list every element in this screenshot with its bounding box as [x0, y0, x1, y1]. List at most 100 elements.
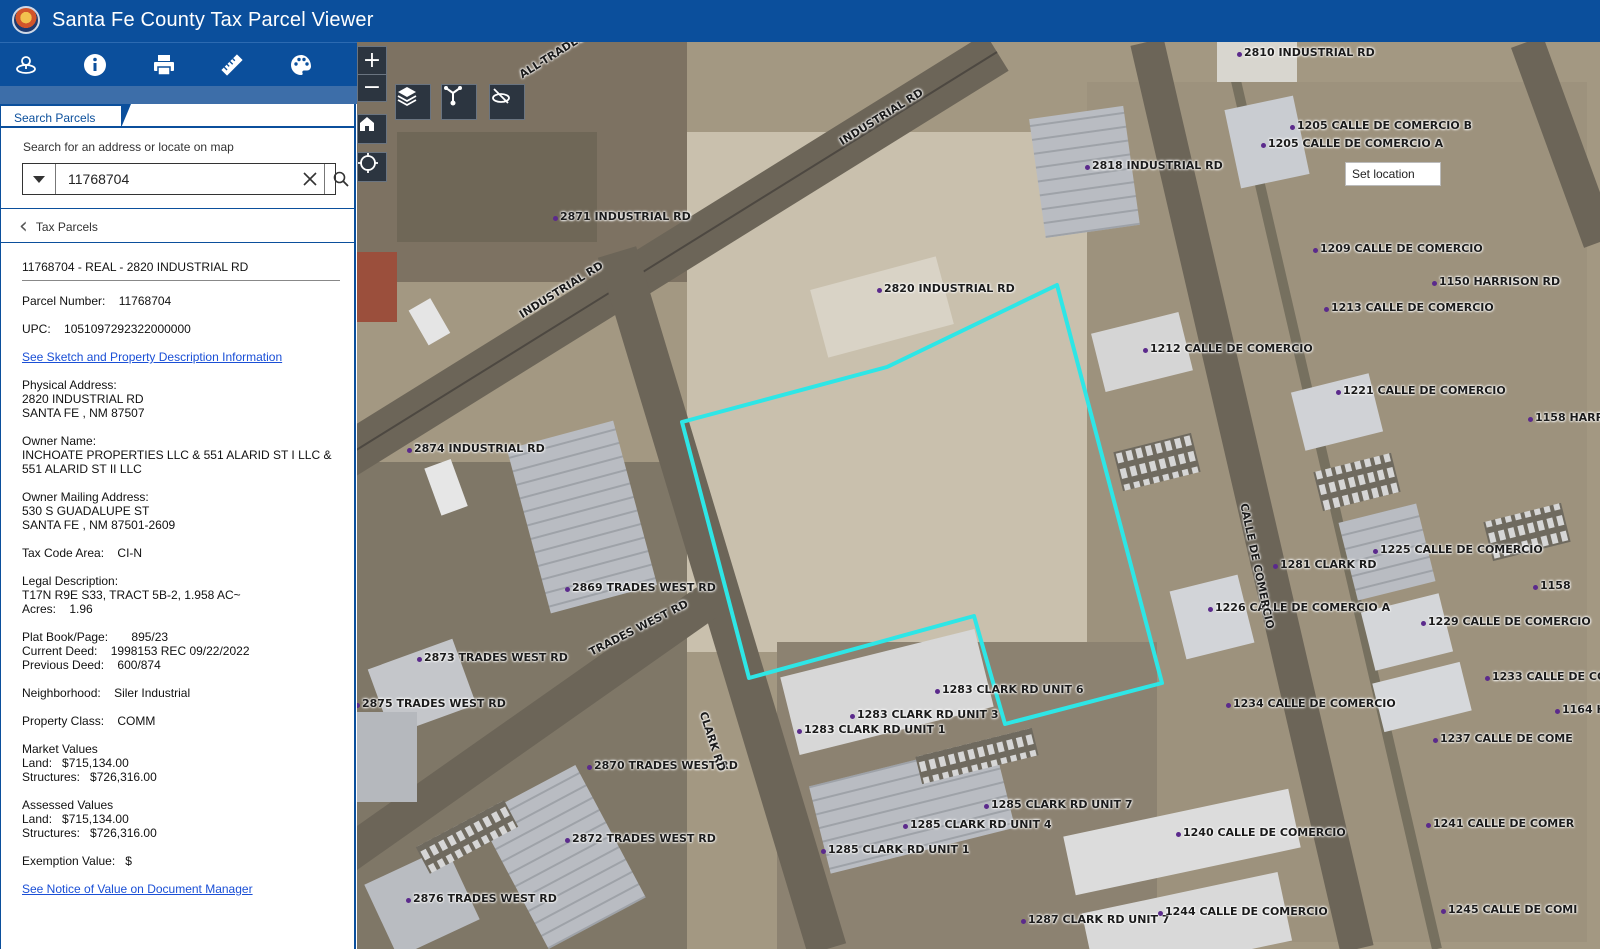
field-label: Owner Mailing Address: [22, 490, 149, 504]
address-point-marker [1085, 165, 1090, 170]
measure-ruler-icon[interactable] [214, 49, 250, 81]
address-label: 2875 TRADES WEST RD [362, 697, 506, 710]
tax-code-row: Tax Code Area: CI-N [22, 546, 340, 560]
address-label: 1205 CALLE DE COMERCIO B [1297, 119, 1472, 132]
address-label: 1221 CALLE DE COMERCIO [1343, 384, 1506, 397]
address-point-marker [1441, 909, 1446, 914]
address-label: 1240 CALLE DE COMERCIO [1183, 826, 1346, 839]
address-point-marker [407, 448, 412, 453]
parcel-heading: 11768704 - REAL - 2820 INDUSTRIAL RD [22, 260, 340, 281]
address-point-marker [1273, 564, 1278, 569]
address-label: 1205 CALLE DE COMERCIO A [1268, 137, 1444, 150]
chevron-left-icon: ‹ [19, 214, 28, 239]
zoom-control: + − [357, 46, 387, 102]
exemption-row: Exemption Value: $ [22, 854, 340, 868]
field-label: Land: [22, 812, 53, 826]
address-point-marker [903, 824, 908, 829]
address-label: 2876 TRADES WEST RD [413, 892, 557, 905]
plat-value: 895/23 [131, 630, 169, 644]
field-label: Assessed Values [22, 798, 114, 812]
address-point-marker [1324, 307, 1329, 312]
address-label: 1281 CLARK RD [1280, 558, 1377, 571]
address-label: 1158 HARR [1535, 411, 1600, 424]
field-label: Parcel Number: [22, 294, 106, 308]
toolbar-separator [0, 86, 357, 104]
address-label: 1283 CLARK RD UNIT 1 [804, 723, 946, 736]
address-point-marker [553, 216, 558, 221]
address-label: 1229 CALLE DE COMERCIO [1428, 615, 1591, 628]
property-class-value: COMM [117, 714, 156, 728]
locate-button[interactable] [357, 152, 387, 182]
owner-name-value: INCHOATE PROPERTIES LLC & 551 ALARID ST … [22, 448, 332, 476]
field-label: UPC: [22, 322, 51, 336]
address-label: 2873 TRADES WEST RD [424, 651, 568, 664]
notice-of-value-link[interactable]: See Notice of Value on Document Manager [22, 882, 253, 896]
clear-search-icon[interactable] [299, 164, 321, 194]
address-label: 1245 CALLE DE COMI [1448, 903, 1578, 916]
acres-value: 1.96 [69, 602, 93, 616]
home-button[interactable] [357, 114, 387, 144]
breadcrumb-label: Tax Parcels [35, 220, 98, 234]
address-label: 1212 CALLE DE COMERCIO [1150, 342, 1313, 355]
search-icon [333, 171, 349, 187]
search-label: Search for an address or locate on map [23, 140, 234, 154]
field-label: Physical Address: [22, 378, 117, 392]
address-label: 1285 CLARK RD UNIT 4 [910, 818, 1052, 831]
locate-crosshair-icon [358, 153, 378, 173]
assessed-land-value: $715,134.00 [62, 812, 129, 826]
clear-graphics-button[interactable] [489, 84, 525, 120]
field-label: Legal Description: [22, 574, 119, 588]
address-line: SANTA FE , NM 87507 [22, 406, 145, 420]
tax-code-value: CI-N [117, 546, 143, 560]
print-icon[interactable] [146, 49, 182, 81]
layers-icon [397, 87, 417, 107]
legal-value: T17N R9E S33, TRACT 5B-2, 1.958 AC~ [22, 588, 241, 602]
zoom-in-button[interactable]: + [357, 47, 387, 74]
address-point-marker [821, 849, 826, 854]
search-button[interactable] [324, 164, 357, 194]
market-land-value: $715,134.00 [62, 756, 129, 770]
search-source-dropdown[interactable] [23, 164, 56, 194]
field-label: Current Deed: [22, 644, 98, 658]
set-location-tooltip[interactable]: Set location [1345, 162, 1441, 186]
tab-search-parcels[interactable]: Search Parcels [1, 104, 132, 128]
address-label: 1244 CALLE DE COMERCIO [1165, 905, 1328, 918]
market-values-row: Market Values Land: $715,134.00 Structur… [22, 742, 340, 784]
address-label: 2874 INDUSTRIAL RD [414, 442, 545, 455]
address-label: 1209 CALLE DE COMERCIO [1320, 242, 1483, 255]
mailing-address-row: Owner Mailing Address: 530 S GUADALUPE S… [22, 490, 340, 532]
address-point-marker [1433, 738, 1438, 743]
select-tool-button[interactable] [441, 84, 477, 120]
address-point-marker [1290, 125, 1295, 130]
physical-address-row: Physical Address: 2820 INDUSTRIAL RD SAN… [22, 378, 340, 420]
address-point-marker [417, 657, 422, 662]
sketch-link[interactable]: See Sketch and Property Description Info… [22, 350, 282, 364]
address-label: 2818 INDUSTRIAL RD [1092, 159, 1223, 172]
county-seal-logo [12, 6, 40, 34]
field-label: Plat Book/Page: [22, 630, 109, 644]
address-point-marker [1143, 348, 1148, 353]
address-point-marker [984, 804, 989, 809]
home-icon [360, 117, 374, 131]
address-point-marker [1555, 709, 1560, 714]
legal-row: Legal Description: T17N R9E S33, TRACT 5… [22, 574, 340, 616]
address-point-marker [1432, 281, 1437, 286]
basemap-gallery-icon[interactable] [8, 49, 44, 81]
address-point-marker [935, 689, 940, 694]
search-input[interactable] [56, 164, 296, 194]
address-point-marker [587, 765, 592, 770]
zoom-out-button[interactable]: − [357, 73, 387, 102]
address-label: 1237 CALLE DE COME [1440, 732, 1573, 745]
neighborhood-value: Siler Industrial [114, 686, 191, 700]
layers-button[interactable] [395, 84, 431, 120]
legend-palette-icon[interactable] [283, 49, 319, 81]
address-point-marker [1208, 607, 1213, 612]
field-label: Owner Name: [22, 434, 97, 448]
info-icon[interactable] [77, 49, 113, 81]
address-point-marker [1021, 919, 1026, 924]
address-point-marker [1158, 911, 1163, 916]
address-line: 530 S GUADALUPE ST [22, 504, 150, 518]
parcel-number-row: Parcel Number: 11768704 [22, 294, 340, 308]
parcel-details: 11768704 - REAL - 2820 INDUSTRIAL RD Par… [22, 260, 340, 910]
breadcrumb-tax-parcels[interactable]: ‹ Tax Parcels [19, 216, 98, 238]
